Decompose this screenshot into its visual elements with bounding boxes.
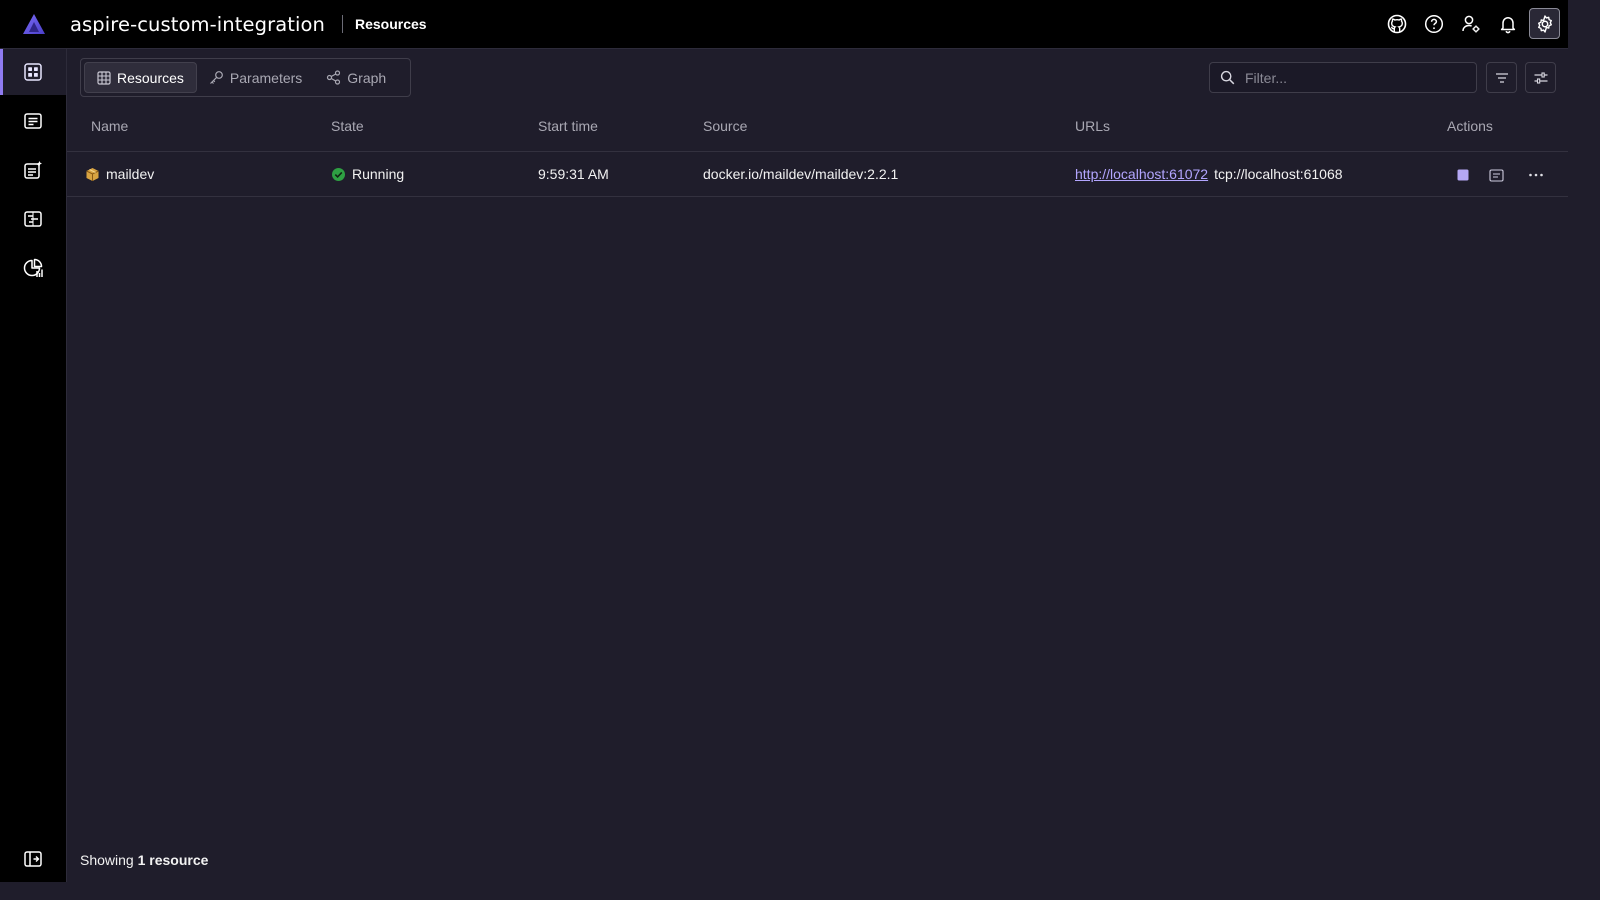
sidebar-item-metrics[interactable] [0,245,66,291]
package-icon [86,167,99,181]
resources-icon [24,63,42,81]
view-tabs: Resources Parameters Graph [80,58,411,97]
column-header-name[interactable]: Name [91,118,128,134]
app-title[interactable]: aspire-custom-integration [70,13,325,36]
footer-prefix: Showing [80,852,134,868]
table-header: Name State Start time Source URLs Action… [67,101,1568,152]
table-row[interactable]: maildev Running 9:59:31 AM docker.io/mai… [67,152,1568,197]
metrics-icon [23,258,43,277]
column-header-state[interactable]: State [331,118,364,134]
tab-resources[interactable]: Resources [84,62,197,93]
view-console-logs-button[interactable] [1485,164,1507,186]
resource-name-cell[interactable]: maildev [85,166,154,182]
footer-count: 1 resource [137,852,209,868]
column-header-start-time[interactable]: Start time [538,118,598,134]
notifications-icon [1500,16,1515,33]
key-icon [209,71,223,84]
filter-options-button[interactable] [1486,62,1517,93]
column-header-source[interactable]: Source [703,118,747,134]
user-settings-icon [1461,15,1479,32]
traces-icon [24,211,42,227]
sidebar-item-console[interactable] [0,98,66,144]
grid-icon [97,70,111,85]
help-icon [1424,14,1443,33]
settings-gear-icon [1537,14,1552,33]
title-divider [342,15,343,33]
github-icon [1387,14,1406,33]
stop-resource-button[interactable] [1452,164,1474,186]
settings-button[interactable] [1529,8,1560,39]
resource-state: Running [352,166,405,182]
sidebar [0,49,67,882]
column-header-urls[interactable]: URLs [1075,118,1110,134]
collapse-panel-icon [24,851,42,867]
filter-lines-icon [1495,72,1508,83]
running-status-icon [332,167,345,181]
sidebar-item-structured[interactable] [0,147,66,193]
resource-urls-cell: http://localhost:61072 tcp://localhost:6… [1075,166,1343,182]
console-log-icon [1488,168,1504,182]
resource-state-cell: Running [331,166,404,182]
sidebar-item-resources[interactable] [0,49,66,95]
structured-logs-icon [24,161,42,179]
column-header-actions: Actions [1447,118,1493,134]
github-button[interactable] [1381,8,1412,39]
resource-source: docker.io/maildev/maildev:2.2.1 [703,166,899,182]
column-settings-button[interactable] [1525,62,1556,93]
tab-resources-label: Resources [117,69,184,86]
ellipsis-icon [1529,173,1543,177]
resource-count-footer: Showing 1 resource [80,852,208,868]
more-actions-button[interactable] [1525,164,1547,186]
notifications-button[interactable] [1492,8,1523,39]
tab-parameters-label: Parameters [229,69,303,86]
tab-graph[interactable]: Graph [314,62,398,93]
tab-graph-label: Graph [347,69,387,86]
filter-input[interactable] [1245,69,1465,86]
filter-field[interactable] [1209,62,1477,93]
page-breadcrumb: Resources [355,16,427,32]
help-button[interactable] [1418,8,1449,39]
tab-parameters[interactable]: Parameters [197,62,314,93]
console-logs-icon [24,113,42,129]
share-icon [327,70,341,85]
sidebar-item-traces[interactable] [0,196,66,242]
stop-icon [1457,169,1469,181]
user-settings-button[interactable] [1455,8,1486,39]
resource-tcp-url: tcp://localhost:61068 [1214,166,1343,182]
search-icon [1220,70,1235,85]
resource-name: maildev [106,166,155,182]
resource-http-url-link[interactable]: http://localhost:61072 [1075,166,1208,182]
aspire-logo-icon[interactable] [0,0,67,49]
sidebar-collapse-button[interactable] [0,836,66,882]
resource-start-time: 9:59:31 AM [538,166,609,182]
top-header: aspire-custom-integration Resources [0,0,1568,49]
sliders-icon [1534,71,1547,84]
